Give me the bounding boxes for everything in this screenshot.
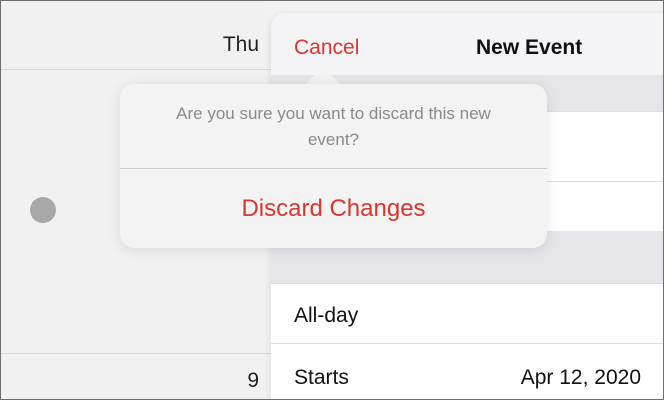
cancel-button[interactable]: Cancel (294, 36, 359, 60)
calendar-day-label: Thu (222, 33, 259, 56)
all-day-row[interactable]: All-day (271, 283, 663, 344)
starts-label: Starts (294, 366, 349, 389)
calendar-date-number: 9 (247, 369, 259, 392)
starts-row[interactable]: Starts Apr 12, 2020 (271, 343, 663, 399)
starts-value[interactable]: Apr 12, 2020 (521, 366, 641, 390)
calendar-divider (1, 353, 271, 354)
event-dot[interactable] (30, 197, 56, 223)
screen: Thu 9 Cancel New Event All-day Starts Ap… (0, 0, 664, 400)
all-day-label: All-day (294, 304, 359, 327)
discard-changes-button[interactable]: Discard Changes (120, 169, 547, 248)
alert-message: Are you sure you want to discard this ne… (176, 104, 491, 149)
sheet-title: New Event (476, 36, 583, 59)
calendar-divider (1, 69, 271, 70)
popover-arrow (305, 67, 341, 85)
discard-alert-popover: Are you sure you want to discard this ne… (120, 84, 547, 248)
sheet-header: Cancel New Event (271, 13, 663, 75)
